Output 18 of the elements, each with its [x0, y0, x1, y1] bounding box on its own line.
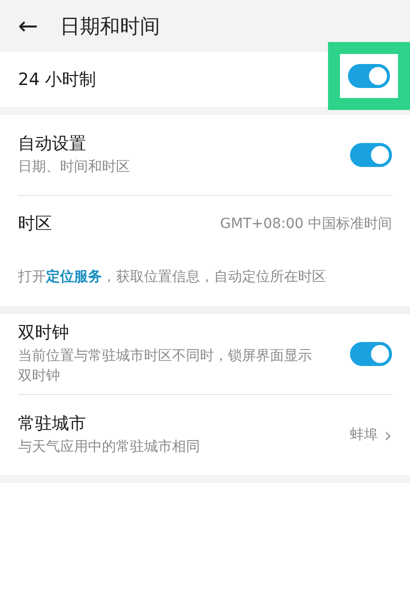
setting-title: 24 小时制	[18, 69, 98, 91]
setting-value[interactable]: GMT+08:00 中国标准时间	[220, 214, 392, 232]
setting-title: 常驻城市	[18, 412, 87, 435]
setting-description: 日期、时间和时区	[18, 158, 131, 178]
toggle-switch[interactable]	[350, 143, 392, 167]
setting-title: 双时钟	[18, 322, 70, 344]
chevron-icon: ›	[384, 422, 392, 446]
setting-value[interactable]: 蚌埠	[350, 426, 378, 444]
page-title: 日期和时间	[60, 12, 160, 40]
setting-description: 与天气应用中的常驻城市相同	[18, 438, 201, 457]
setting-title: 自动设置	[18, 133, 87, 156]
toggle-switch[interactable]	[348, 64, 390, 88]
setting-description: 当前位置与常驻城市时区不同时，锁屏界面显示双时钟	[18, 346, 313, 386]
toggle-switch[interactable]	[350, 342, 392, 366]
setting-title: 时区	[18, 213, 53, 235]
back-button[interactable]: ←	[14, 12, 42, 40]
location-service-link[interactable]: 定位服务	[46, 269, 102, 285]
location-hint: 打开定位服务，获取位置信息，自动定位所在时区	[18, 268, 327, 287]
